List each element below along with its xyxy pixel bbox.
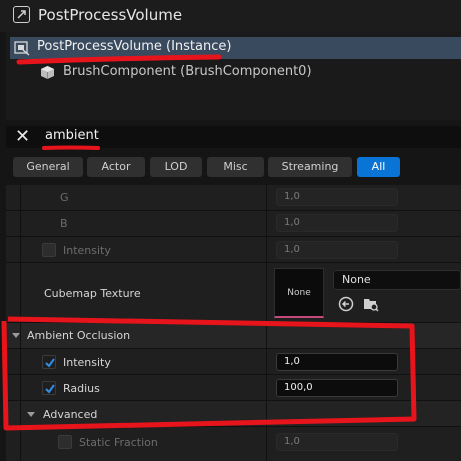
indent-guide [20, 185, 21, 461]
property-label-cubemap: Cubemap Texture [44, 287, 141, 300]
intensity-override-checkbox[interactable] [42, 243, 56, 257]
property-label-ao-intensity: Intensity [63, 356, 111, 369]
actor-class-icon [13, 6, 30, 23]
property-value-static-fraction[interactable]: 1,0 [276, 433, 398, 451]
clear-search-icon[interactable]: ✕ [15, 128, 33, 146]
browse-asset-icon[interactable] [363, 296, 379, 312]
chevron-down-icon[interactable] [12, 333, 20, 338]
ao-intensity-checkbox[interactable] [42, 355, 56, 369]
property-label-static-fraction: Static Fraction [79, 436, 158, 449]
cubemap-thumbnail[interactable]: None [274, 268, 324, 318]
section-label-ambient-occlusion: Ambient Occlusion [27, 329, 131, 342]
tab-actor[interactable]: Actor [87, 157, 145, 177]
property-label-g: G [60, 191, 69, 204]
property-value-ao-radius[interactable]: 100,0 [276, 379, 398, 397]
property-label-b: B [60, 217, 68, 230]
section-label-advanced: Advanced [43, 408, 98, 421]
static-fraction-checkbox[interactable] [58, 435, 72, 449]
brush-component-icon [40, 65, 55, 80]
actor-name: PostProcessVolume [38, 6, 183, 24]
tab-streaming[interactable]: Streaming [268, 157, 352, 177]
cubemap-asset-combo[interactable]: None [333, 270, 461, 290]
tree-item-brush-label[interactable]: BrushComponent (BrushComponent0) [63, 64, 312, 79]
tab-general[interactable]: General [13, 157, 83, 177]
ao-radius-checkbox[interactable] [42, 381, 56, 395]
tab-all[interactable]: All [357, 157, 400, 177]
column-splitter[interactable] [266, 185, 267, 461]
property-label-intensity: Intensity [63, 244, 111, 257]
tree-item-instance-label: PostProcessVolume (Instance) [37, 39, 232, 54]
property-value-b[interactable]: 1,0 [276, 214, 398, 232]
search-input-value[interactable]: ambient [45, 128, 99, 143]
chevron-down-icon[interactable] [27, 412, 35, 417]
property-label-ao-radius: Radius [63, 382, 100, 395]
property-value-g[interactable]: 1,0 [276, 188, 398, 206]
use-selected-asset-icon[interactable] [338, 296, 354, 312]
tab-lod[interactable]: LOD [150, 157, 202, 177]
tab-misc[interactable]: Misc [207, 157, 264, 177]
blueprint-instance-icon [14, 41, 30, 56]
property-value-ao-intensity[interactable]: 1,0 [276, 353, 398, 371]
property-value-intensity[interactable]: 1,0 [276, 241, 398, 259]
